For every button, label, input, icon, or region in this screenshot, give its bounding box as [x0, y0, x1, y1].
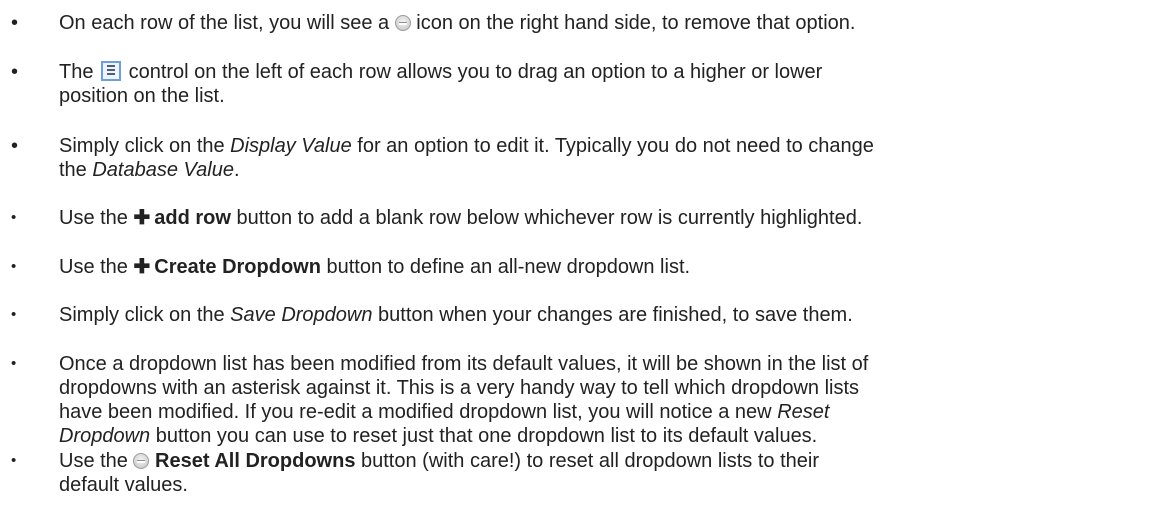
- text-segment: button to define an all-new dropdown lis…: [320, 256, 691, 278]
- bullet-marker: •: [11, 12, 19, 34]
- bullet-marker: •: [11, 135, 19, 157]
- bullet-marker: •: [11, 209, 17, 226]
- text-segment: .: [233, 159, 240, 181]
- bullet-marker: •: [11, 452, 17, 469]
- bullet-text-line: Simply click on the Save Dropdown button…: [59, 302, 1139, 328]
- emphasis-text: Save Dropdown: [230, 304, 373, 326]
- text-segment: the: [59, 159, 93, 181]
- emphasis-text: Display Value: [230, 135, 352, 157]
- text-segment: button you can use to reset just that on…: [150, 425, 818, 447]
- bold-text: Create Dropdown: [154, 256, 321, 278]
- text-segment: button to add a blank row below whicheve…: [230, 207, 863, 229]
- text-segment: dropdowns with an asterisk against it. T…: [59, 377, 860, 399]
- text-segment: icon on the right hand side, to remove t…: [410, 12, 856, 34]
- bold-text: Reset All Dropdowns: [155, 450, 356, 472]
- bullet-marker: •: [11, 258, 17, 275]
- text-segment: position on the list.: [59, 85, 225, 107]
- bullet-text-line: Use the ✚ Create Dropdown button to defin…: [59, 254, 1139, 280]
- text-segment: Use the: [59, 207, 134, 229]
- plus-icon: ✚: [133, 207, 151, 229]
- text-segment: The: [59, 61, 100, 83]
- text-segment: default values.: [59, 474, 188, 496]
- text-segment: Simply click on the: [59, 304, 231, 326]
- text-segment: Once a dropdown list has been modified f…: [59, 353, 869, 375]
- bullet-text-line: dropdowns with an asterisk against it. T…: [59, 375, 1139, 401]
- remove-icon: [133, 453, 150, 469]
- bullet-marker: •: [11, 355, 17, 372]
- bullet-text-line: position on the list.: [59, 83, 1139, 109]
- bold-text: add row: [154, 207, 231, 229]
- bullet-marker: •: [11, 306, 17, 323]
- bullet-marker: •: [11, 61, 19, 83]
- emphasis-text: Dropdown: [59, 425, 151, 447]
- text-segment: On each row of the list, you will see a: [59, 12, 395, 34]
- emphasis-text: Database Value: [92, 159, 234, 181]
- bullet-text-line: default values.: [59, 472, 1139, 498]
- bullet-text-line: have been modified. If you re-edit a mod…: [59, 399, 1139, 425]
- bullet-text-line: Use the ✚ add row button to add a blank r…: [59, 205, 1139, 231]
- text-segment: for an option to edit it. Typically you …: [351, 135, 874, 157]
- bullet-text-line: On each row of the list, you will see a …: [59, 10, 1139, 36]
- bullet-text-line: Dropdown button you can use to reset jus…: [59, 423, 1139, 449]
- text-segment: control on the left of each row allows y…: [123, 61, 823, 83]
- text-segment: button when your changes are finished, t…: [372, 304, 853, 326]
- text-segment: Use the: [59, 256, 134, 278]
- text-segment: button (with care!) to reset all dropdow…: [355, 450, 819, 472]
- bullet-text-line: the Database Value.: [59, 157, 1139, 183]
- bullet-text-line: Once a dropdown list has been modified f…: [59, 351, 1139, 377]
- emphasis-text: Reset: [777, 401, 830, 423]
- text-segment: Use the: [59, 450, 134, 472]
- text-segment: have been modified. If you re-edit a mod…: [59, 401, 778, 423]
- text-segment: Simply click on the: [59, 135, 231, 157]
- plus-icon: ✚: [133, 256, 151, 278]
- bullet-text-line: Simply click on the Display Value for an…: [59, 133, 1139, 159]
- drag-handle-icon: [101, 61, 122, 81]
- bullet-text-line: Use the Reset All Dropdowns button (with…: [59, 448, 1139, 474]
- bullet-text-line: The control on the left of each row allo…: [59, 59, 1139, 85]
- remove-icon: [394, 15, 411, 31]
